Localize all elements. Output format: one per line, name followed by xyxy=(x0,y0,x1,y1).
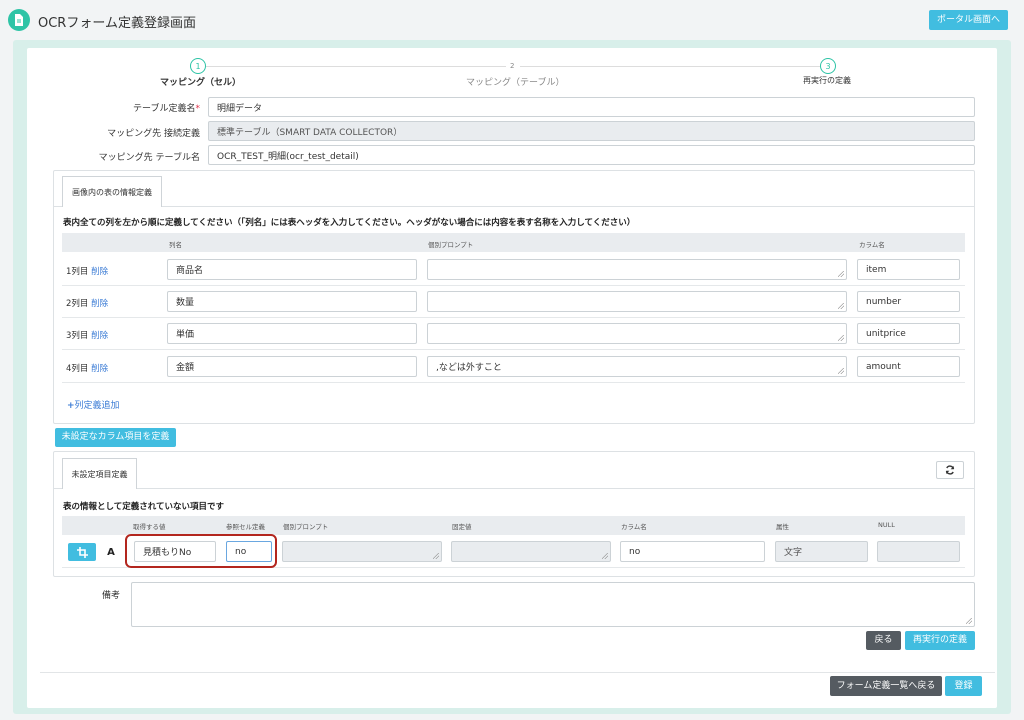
delete-link[interactable]: 削除 xyxy=(91,299,108,309)
top-bar: OCRフォーム定義登録画面 ポータル画面へ xyxy=(0,0,1024,40)
header-fixed: 固定値 xyxy=(452,523,472,531)
table-row-label: 1列目 削除 xyxy=(66,267,109,277)
header-ref-cell: 参照セル定義 xyxy=(226,523,265,531)
step-3-label: 再実行の定義 xyxy=(803,76,851,85)
document-icon xyxy=(8,9,30,31)
refresh-button[interactable] xyxy=(936,461,964,479)
page-title: OCRフォーム定義登録画面 xyxy=(38,16,196,31)
step-connector xyxy=(206,66,506,67)
table-header xyxy=(62,233,965,252)
header-null: NULL xyxy=(878,521,895,529)
step-2-indicator: 2 xyxy=(510,62,515,70)
unset-title: 表の情報として定義されていない項目です xyxy=(63,502,224,512)
table-def-input[interactable]: 明細データ xyxy=(208,97,975,117)
highlight-box xyxy=(125,534,277,568)
crop-button[interactable] xyxy=(68,543,96,561)
mapping-table-input[interactable]: OCR_TEST_明細(ocr_test_detail) xyxy=(208,145,975,165)
divider xyxy=(62,382,965,383)
table-header xyxy=(62,516,965,535)
attr-select[interactable]: 文字 xyxy=(775,541,868,562)
required-mark: * xyxy=(195,104,201,114)
table-row-label: 3列目 削除 xyxy=(66,331,109,341)
add-column-link[interactable]: +列定義追加 xyxy=(67,398,120,411)
unset-prompt-textarea xyxy=(282,541,442,562)
back-button[interactable]: 戻る xyxy=(866,631,901,650)
step-3-indicator: 3 xyxy=(820,58,836,74)
tab-unset-items[interactable]: 未設定項目定義 xyxy=(62,458,137,489)
define-unset-button[interactable]: 未設定なカラム項目を定義 xyxy=(55,428,176,447)
refresh-icon xyxy=(945,465,955,475)
delete-link[interactable]: 削除 xyxy=(91,364,108,374)
col-name-input[interactable]: 金額 xyxy=(167,356,417,377)
header-col-name: 列名 xyxy=(169,241,182,249)
delete-link[interactable]: 削除 xyxy=(91,267,108,277)
table-info-instruction: 表内全ての列を左から順に定義してください（「列名」には表ヘッダを入力してください… xyxy=(63,218,636,228)
plus-icon: + xyxy=(67,401,75,411)
divider xyxy=(62,349,965,350)
divider xyxy=(54,488,974,489)
prompt-textarea[interactable] xyxy=(427,291,847,312)
crop-icon xyxy=(76,546,88,558)
header-column: カラム名 xyxy=(859,241,885,249)
col-name-input[interactable]: 単価 xyxy=(167,323,417,344)
header-get-value: 取得する値 xyxy=(133,523,166,531)
header-attr: 属性 xyxy=(776,523,789,531)
col-name-input[interactable]: 商品名 xyxy=(167,259,417,280)
column-input[interactable]: amount xyxy=(857,356,960,377)
table-row-label: 4列目 削除 xyxy=(66,364,109,374)
prompt-textarea[interactable] xyxy=(427,323,847,344)
mapping-conn-label: マッピング先 接続定義 xyxy=(107,129,200,139)
back-to-list-button[interactable]: フォーム定義一覧へ戻る xyxy=(830,676,942,696)
portal-button[interactable]: ポータル画面へ xyxy=(929,10,1008,30)
unset-column-input[interactable]: no xyxy=(620,541,765,562)
column-input[interactable]: item xyxy=(857,259,960,280)
text-type-button[interactable]: A xyxy=(101,543,121,561)
rerun-definition-button[interactable]: 再実行の定義 xyxy=(905,631,975,650)
column-input[interactable]: number xyxy=(857,291,960,312)
remarks-label: 備考 xyxy=(101,591,120,601)
step-1-label: マッピング（セル） xyxy=(160,78,242,88)
mapping-conn-field: 標準テーブル（SMART DATA COLLECTOR） xyxy=(208,121,975,141)
step-1-indicator: 1 xyxy=(190,58,206,74)
delete-link[interactable]: 削除 xyxy=(91,331,108,341)
fixed-value-textarea xyxy=(451,541,611,562)
col-name-input[interactable]: 数量 xyxy=(167,291,417,312)
divider xyxy=(62,285,965,286)
header-prompt: 個別プロンプト xyxy=(428,241,474,249)
prompt-textarea[interactable] xyxy=(427,259,847,280)
register-button[interactable]: 登録 xyxy=(945,676,982,696)
header-prompt: 個別プロンプト xyxy=(283,523,329,531)
tab-table-info[interactable]: 画像内の表の情報定義 xyxy=(62,176,162,207)
step-connector xyxy=(520,66,820,67)
mapping-table-label: マッピング先 テーブル名 xyxy=(98,153,200,163)
remarks-textarea[interactable] xyxy=(131,582,975,627)
prompt-textarea[interactable]: ,などは外すこと xyxy=(427,356,847,377)
step-2-label: マッピング（テーブル） xyxy=(466,78,565,88)
column-input[interactable]: unitprice xyxy=(857,323,960,344)
table-def-label: テーブル定義名* xyxy=(133,104,201,114)
table-row-label: 2列目 削除 xyxy=(66,299,109,309)
divider xyxy=(54,206,974,207)
divider xyxy=(62,317,965,318)
null-field xyxy=(877,541,960,562)
header-column: カラム名 xyxy=(621,523,647,531)
divider xyxy=(40,672,995,673)
